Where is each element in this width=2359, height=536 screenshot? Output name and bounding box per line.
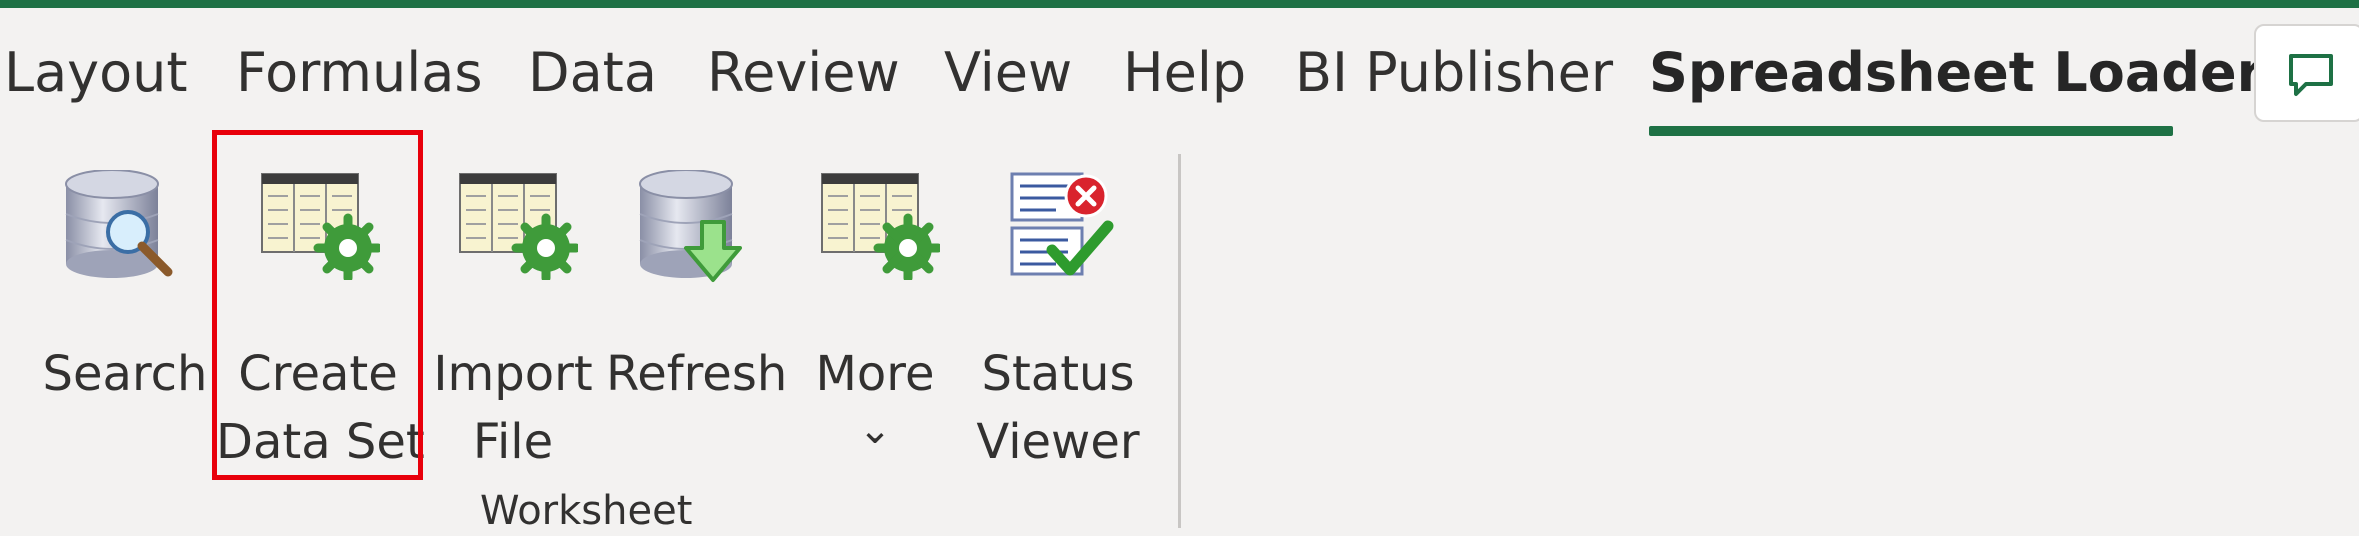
- refresh-button[interactable]: Refresh: [606, 169, 788, 430]
- create-data-set-label-line2: Data Set: [216, 414, 425, 470]
- create-data-set-button[interactable]: Create Data Set: [216, 170, 425, 470]
- chevron-down-icon: ⌄: [858, 407, 892, 453]
- tab-data[interactable]: Data: [528, 38, 657, 108]
- search-label: Search: [42, 346, 208, 402]
- table-gear-icon: [458, 170, 581, 284]
- database-search-icon: [60, 169, 190, 294]
- search-button[interactable]: Search: [40, 169, 210, 430]
- tab-layout[interactable]: Layout: [4, 38, 188, 108]
- comments-button[interactable]: [2254, 24, 2359, 122]
- tab-help[interactable]: Help: [1123, 38, 1246, 108]
- worksheet-group-label: Worksheet: [480, 488, 693, 534]
- worksheet-group: Search Create Data Set Import File Refre…: [0, 140, 1180, 534]
- tab-formulas[interactable]: Formulas: [236, 38, 482, 108]
- tab-view[interactable]: View: [944, 38, 1072, 108]
- refresh-label: Refresh: [606, 346, 788, 402]
- database-download-icon: [636, 169, 756, 294]
- table-gear-icon: [820, 170, 943, 284]
- tab-review[interactable]: Review: [707, 38, 900, 108]
- comment-icon: [2289, 54, 2333, 96]
- table-gear-icon: [260, 170, 383, 284]
- import-file-label-line1: Import: [433, 346, 593, 402]
- group-separator: [1178, 154, 1181, 528]
- create-data-set-label-line1: Create: [238, 346, 398, 402]
- title-bar-accent: [0, 0, 2359, 8]
- status-viewer-button[interactable]: Status Viewer: [968, 170, 1148, 470]
- tab-bi-publisher[interactable]: BI Publisher: [1295, 38, 1613, 108]
- status-viewer-icon: [1008, 170, 1118, 294]
- tab-spreadsheet-loader[interactable]: Spreadsheet Loader: [1649, 38, 2263, 108]
- status-viewer-label-line1: Status: [981, 346, 1135, 402]
- status-viewer-label-line2: Viewer: [976, 414, 1140, 470]
- import-file-button[interactable]: Import File: [428, 170, 598, 470]
- active-tab-indicator: [1649, 126, 2173, 136]
- ribbon-tabs: Layout Formulas Data Review View Help BI…: [0, 8, 2359, 140]
- more-dropdown-button[interactable]: More ⌄: [800, 170, 950, 470]
- import-file-label-line2: File: [472, 414, 554, 470]
